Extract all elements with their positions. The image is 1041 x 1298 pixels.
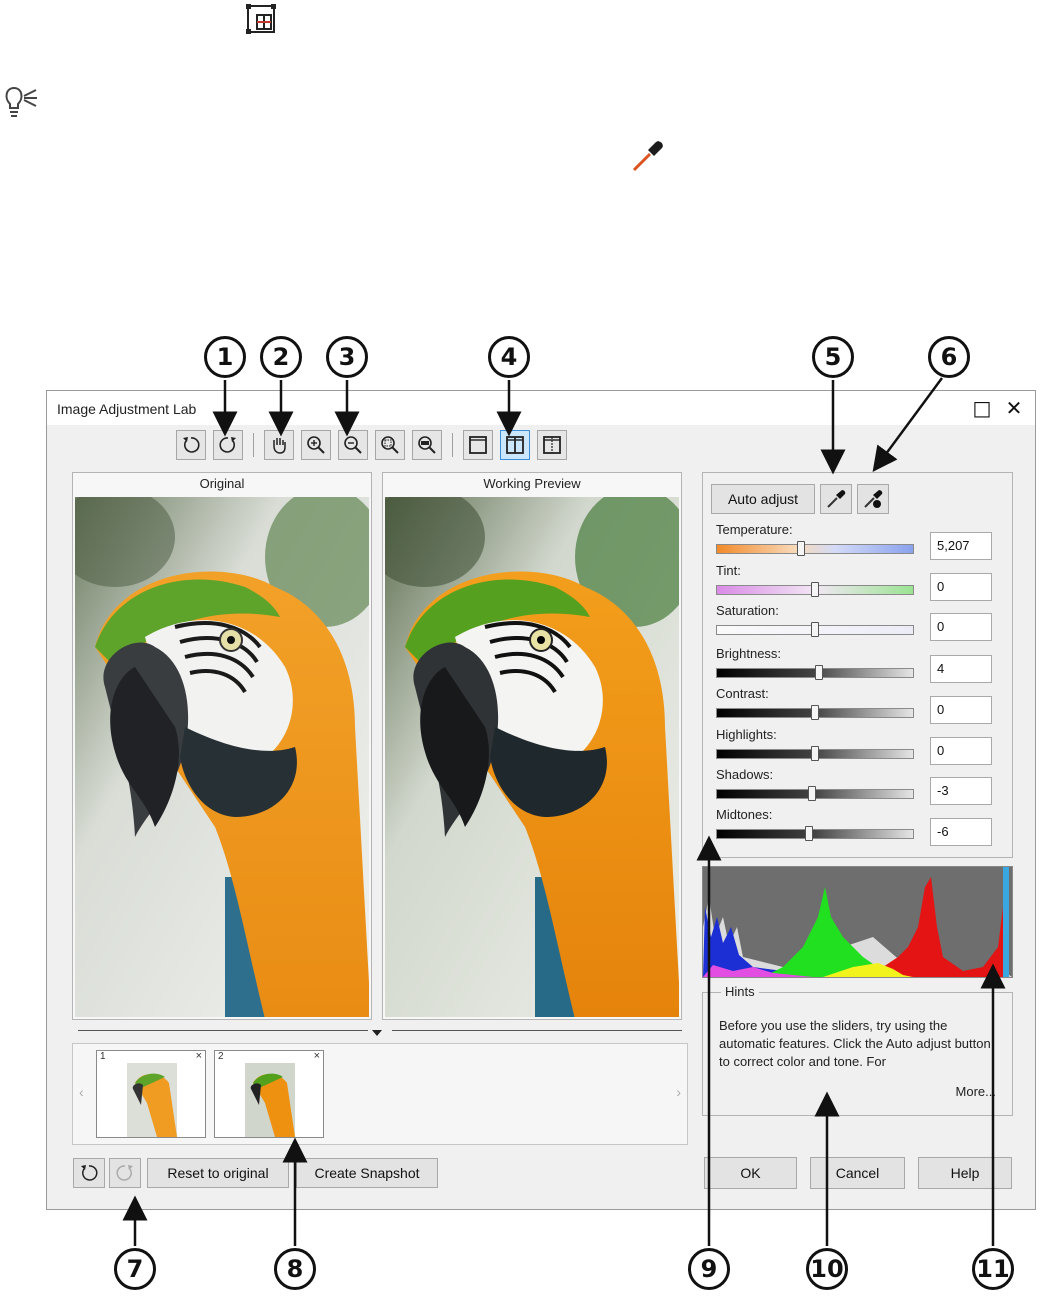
callout-arrows bbox=[122, 377, 1006, 1246]
